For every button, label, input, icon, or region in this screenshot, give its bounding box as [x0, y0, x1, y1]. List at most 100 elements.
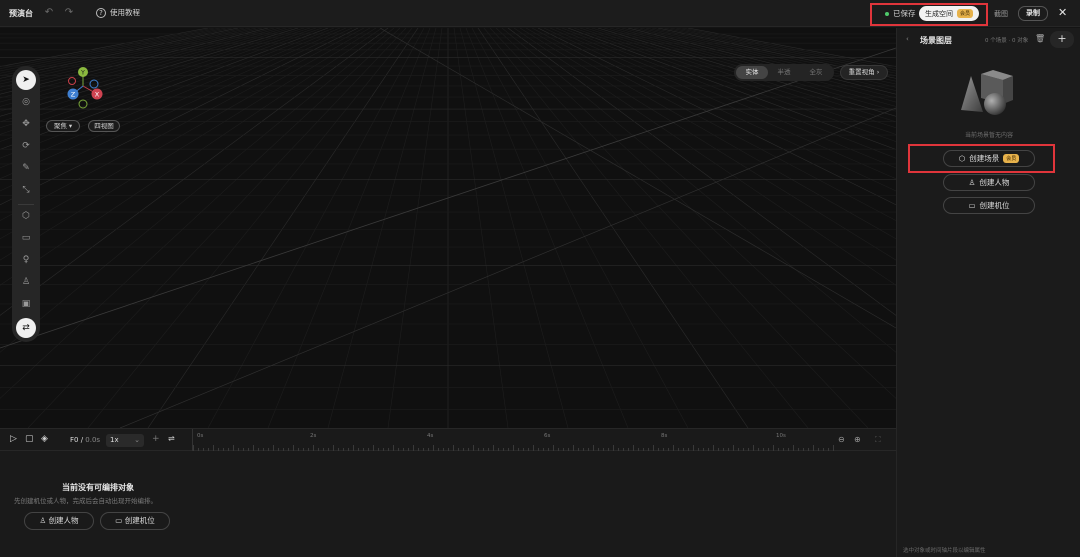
orbit-tool-icon[interactable]: ◎: [16, 92, 36, 112]
ruler-tick: [793, 445, 794, 451]
redo-icon[interactable]: ↷: [63, 7, 75, 19]
ruler-tick: [488, 448, 489, 451]
mode-translucent[interactable]: 半透: [768, 66, 800, 79]
record-button[interactable]: 录制: [1018, 6, 1048, 21]
create-camera-button[interactable]: ▭ 创建机位: [943, 197, 1035, 214]
quad-view-button[interactable]: 四视图: [88, 120, 120, 132]
stop-icon[interactable]: ▢: [25, 434, 34, 444]
ruler-tick: [768, 448, 769, 451]
help-label: 使用教程: [110, 8, 140, 17]
trash-icon[interactable]: 🗑: [1035, 34, 1045, 43]
rail-divider: [18, 204, 34, 205]
ruler-tick: [438, 448, 439, 451]
add-track-icon[interactable]: +: [152, 434, 160, 444]
ruler-tick: [613, 445, 614, 451]
question-icon: ?: [96, 7, 106, 18]
ruler-tick: [213, 445, 214, 451]
create-scene-label: 创建场景: [969, 154, 1000, 163]
ruler-tick: [668, 448, 669, 451]
ruler-tick: [203, 448, 204, 451]
ruler-tick: [383, 448, 384, 451]
tool-rail: ➤ ◎ ✥ ⟳ ✎ ⤡ ⬡ ▭ ♀ ♙ ▣ ⇄: [12, 66, 40, 342]
axis-gizmo[interactable]: Y X Z: [64, 64, 108, 110]
ruler-tick: [463, 448, 464, 451]
create-person-button[interactable]: ♙ 创建人物: [943, 174, 1035, 191]
pen-tool-icon[interactable]: ✎: [16, 158, 36, 178]
scale-tool-icon[interactable]: ⤡: [16, 180, 36, 200]
ruler-tick: [408, 448, 409, 451]
timeline-toolbar: ▷ ▢ ◈ F0 / 0.0s 1x ⌄ + ⇌ 0s 2s 4s 6s 8s …: [0, 429, 896, 451]
undo-icon[interactable]: ↶: [43, 7, 55, 19]
reset-view-label: 重置视角: [848, 68, 875, 76]
ruler-tick: [563, 448, 564, 451]
reset-view-button[interactable]: 重置视角 ›: [840, 65, 888, 80]
play-icon[interactable]: ▷: [10, 434, 17, 444]
ruler-tick: [833, 445, 834, 451]
focus-button[interactable]: 聚焦 ▾: [46, 120, 80, 132]
camera-tool-icon[interactable]: ▭: [16, 228, 36, 248]
ruler-tick: [193, 445, 194, 451]
ruler-tick: [478, 448, 479, 451]
mode-solid[interactable]: 实体: [736, 66, 768, 79]
zoom-out-icon[interactable]: ⊖: [838, 435, 845, 444]
move-tool-icon[interactable]: ✥: [16, 114, 36, 134]
media-tool-icon[interactable]: ▣: [16, 294, 36, 314]
timeline-create-person-button[interactable]: ♙ 创建人物: [24, 512, 94, 530]
saved-status: 已保存: [885, 8, 916, 19]
person-icon: ♙: [39, 516, 47, 525]
timeline-create-camera-button[interactable]: ▭ 创建机位: [100, 512, 170, 530]
close-icon[interactable]: ✕: [1058, 6, 1067, 19]
sync-tool-icon[interactable]: ⇄: [16, 318, 36, 338]
ruler-tick: [493, 445, 494, 451]
speed-value: 1x: [110, 436, 119, 444]
ruler-tick: [233, 445, 234, 451]
generate-space-button[interactable]: 生成空间 会员: [919, 6, 979, 21]
screenshot-button[interactable]: 截图: [994, 9, 1008, 19]
help-link[interactable]: ? 使用教程: [96, 7, 140, 18]
ruler-tick: [803, 448, 804, 451]
ruler-tick: [583, 448, 584, 451]
mode-gray[interactable]: 全灰: [800, 66, 832, 79]
time-ruler[interactable]: 0s 2s 4s 6s 8s 10s: [192, 429, 834, 451]
light-tool-icon[interactable]: ♀: [16, 250, 36, 270]
track-settings-icon[interactable]: ⇌: [168, 434, 175, 443]
create-person-label: 创建人物: [979, 178, 1010, 187]
keyframe-icon[interactable]: ◈: [41, 434, 48, 444]
ruler-tick: [648, 448, 649, 451]
ruler-tick: [683, 448, 684, 451]
ruler-tick: [368, 448, 369, 451]
ruler-tick: [253, 445, 254, 451]
create-scene-button[interactable]: ⬡ 创建场景 会员: [943, 150, 1035, 167]
ruler-tick: [503, 448, 504, 451]
member-badge: 会员: [957, 9, 974, 18]
ruler-tick: [353, 445, 354, 451]
ruler-tick: [403, 448, 404, 451]
ruler-tick: [443, 448, 444, 451]
3d-viewport[interactable]: ➤ ◎ ✥ ⟳ ✎ ⤡ ⬡ ▭ ♀ ♙ ▣ ⇄ Y X Z 聚焦 ▾ 四视图 实…: [0, 28, 896, 428]
add-layer-button[interactable]: +: [1050, 31, 1074, 48]
ruler-tick: [248, 448, 249, 451]
fullscreen-icon[interactable]: ⛶: [875, 435, 881, 445]
ruler-tick: [798, 448, 799, 451]
ruler-tick: [263, 448, 264, 451]
current-frame: F0: [70, 436, 79, 444]
create-camera-label: 创建机位: [979, 201, 1010, 210]
ruler-tick: [413, 445, 414, 451]
select-tool-icon[interactable]: ➤: [16, 70, 36, 90]
rotate-tool-icon[interactable]: ⟳: [16, 136, 36, 156]
collapse-chevron-icon[interactable]: ‹: [906, 35, 909, 43]
zoom-in-icon[interactable]: ⊕: [854, 435, 861, 444]
person-tool-icon[interactable]: ♙: [16, 272, 36, 292]
cube-tool-icon[interactable]: ⬡: [16, 206, 36, 226]
ruler-tick: [428, 448, 429, 451]
speed-select[interactable]: 1x ⌄: [106, 434, 144, 447]
ruler-tick: [678, 448, 679, 451]
ruler-tick: [518, 448, 519, 451]
ruler-tick: [663, 448, 664, 451]
ruler-tick: [658, 448, 659, 451]
ruler-tick: [728, 448, 729, 451]
ruler-tick: [593, 445, 594, 451]
ruler-tick: [568, 448, 569, 451]
ruler-tick: [393, 445, 394, 451]
ruler-tick: [198, 448, 199, 451]
